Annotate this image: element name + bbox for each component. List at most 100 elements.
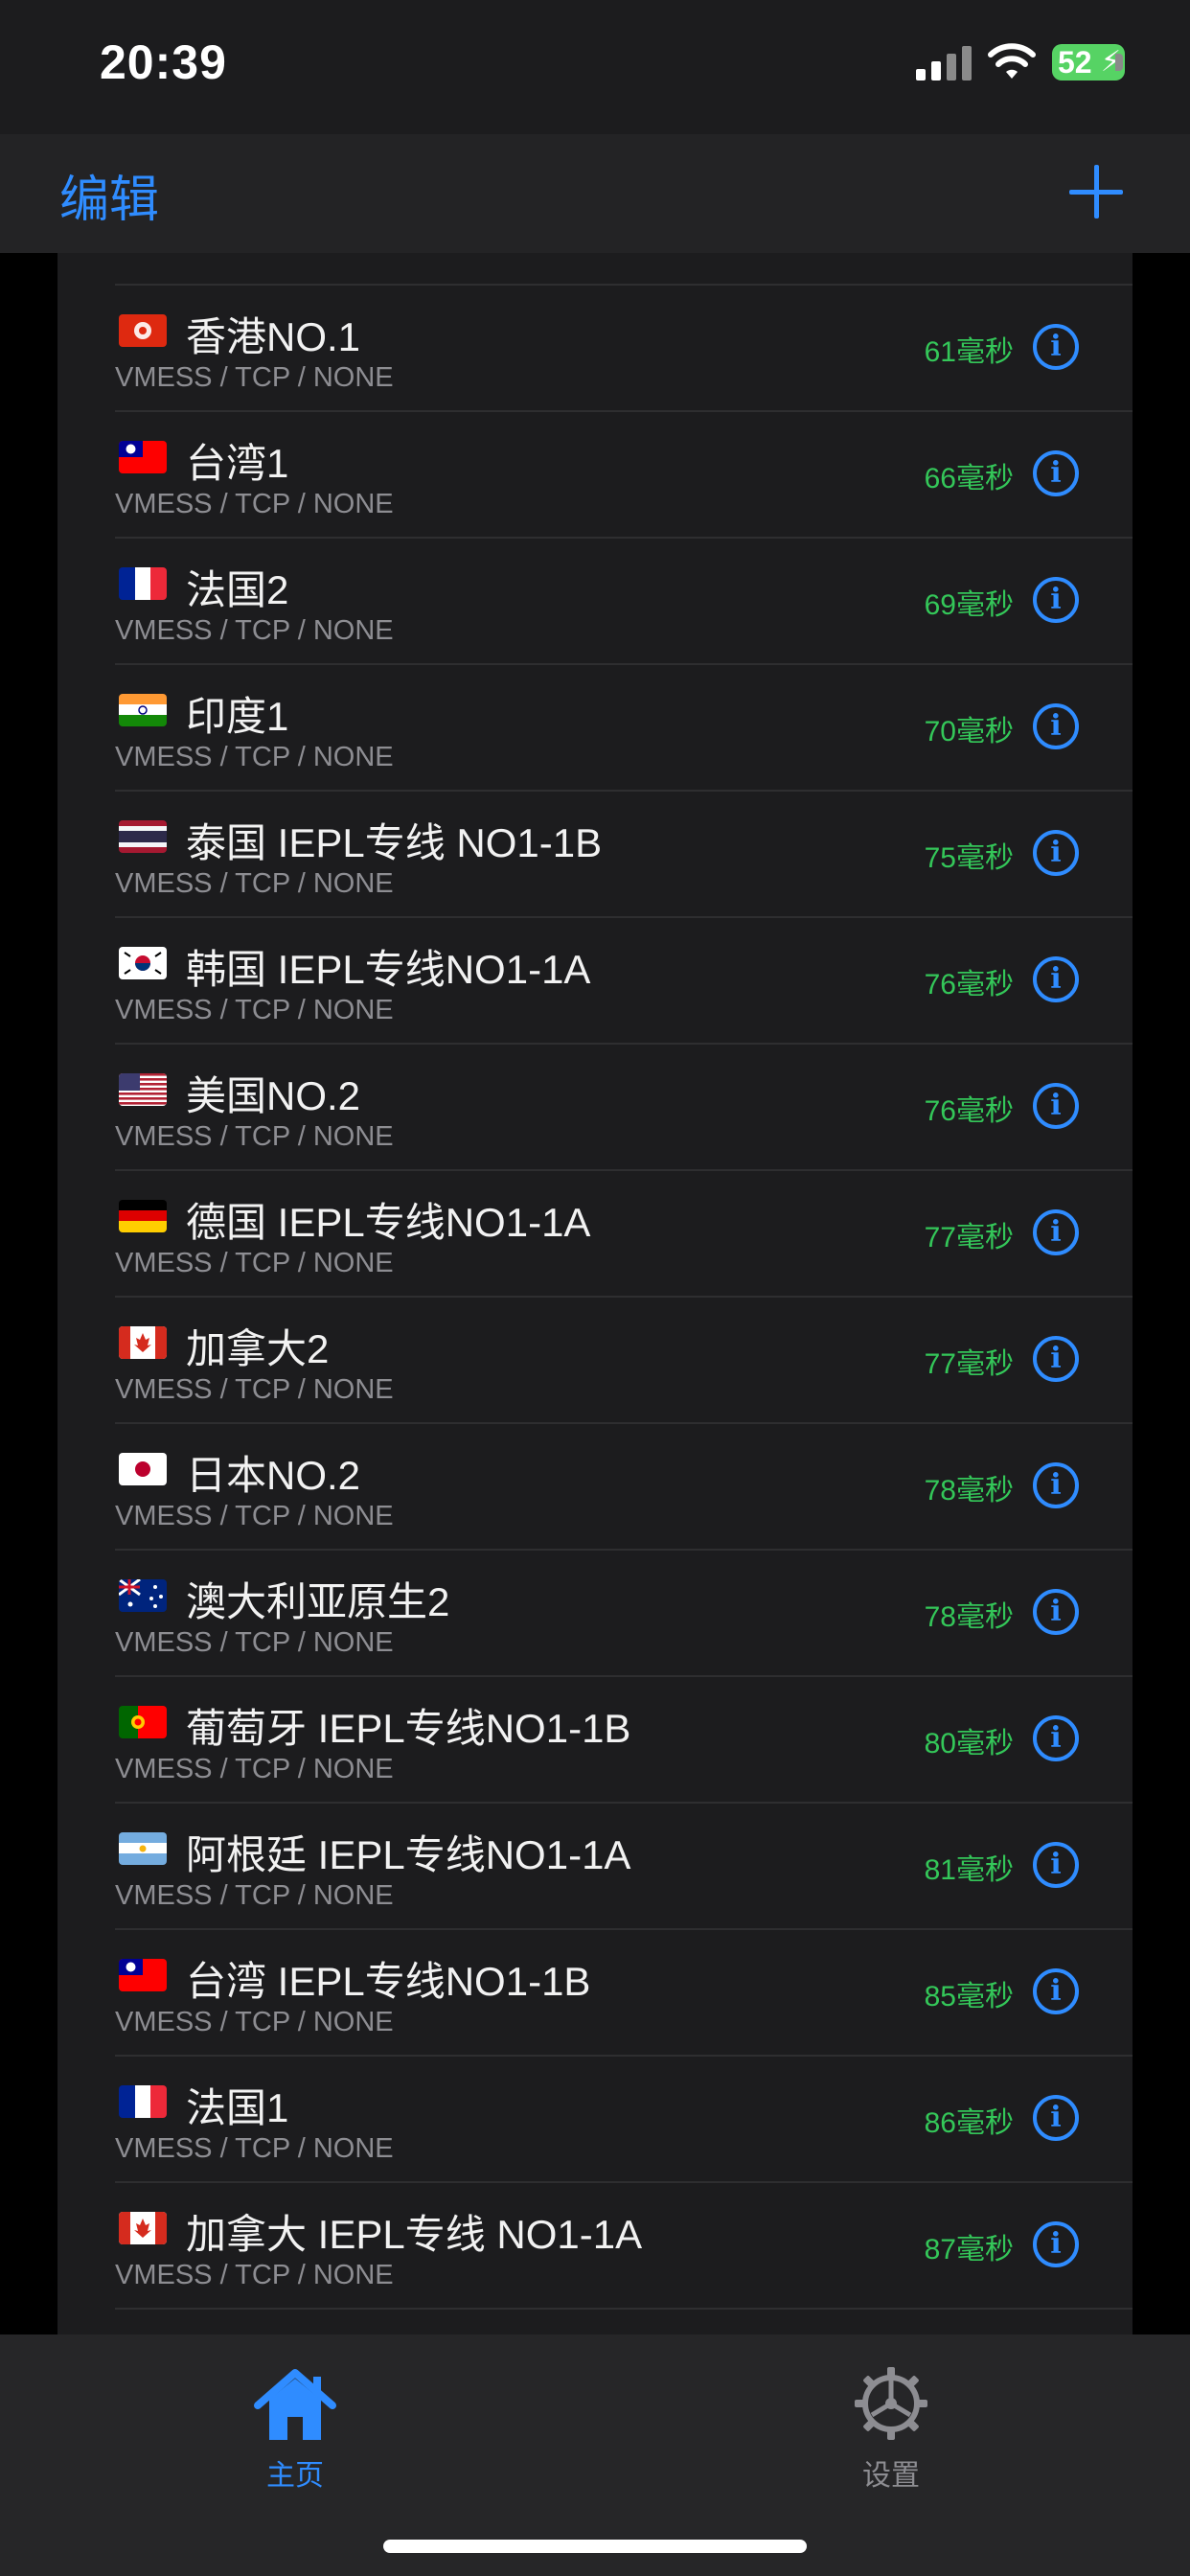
info-icon[interactable]: i [1033, 2221, 1079, 2267]
battery-cap [1115, 54, 1123, 71]
flag-tw-icon [119, 1959, 167, 1991]
info-icon[interactable]: i [1033, 703, 1079, 749]
server-name: 加拿大2 [186, 1326, 330, 1371]
info-icon[interactable]: i [1033, 1083, 1079, 1129]
flag-fr-icon [119, 567, 167, 600]
server-row[interactable]: 香港NO.1 VMESS / TCP / NONE 61毫秒 i [57, 286, 1133, 412]
info-icon[interactable]: i [1033, 2095, 1079, 2141]
tab-home-label: 主页 [266, 2460, 324, 2492]
flag-jp-icon [119, 1453, 167, 1485]
server-latency: 76毫秒 [924, 1095, 1014, 1127]
server-row[interactable]: 葡萄牙 IEPL专线NO1-1B VMESS / TCP / NONE 80毫秒… [57, 1677, 1133, 1804]
info-icon[interactable]: i [1033, 1968, 1079, 2014]
server-row[interactable]: 澳大利亚原生2 VMESS / TCP / NONE 78毫秒 i [57, 1551, 1133, 1677]
server-latency: 77毫秒 [924, 1348, 1014, 1380]
server-row[interactable]: 德国 IEPL专线NO1-1A VMESS / TCP / NONE 77毫秒 … [57, 1171, 1133, 1298]
server-row[interactable]: 阿根廷 IEPL专线NO1-1A VMESS / TCP / NONE 81毫秒… [57, 1804, 1133, 1930]
flag-au-icon [119, 1579, 167, 1612]
flag-us-icon [119, 1073, 167, 1106]
server-row[interactable]: 加拿大 IEPL专线 NO1-1A VMESS / TCP / NONE 87毫… [57, 2183, 1133, 2310]
server-row[interactable]: 韩国 IEPL专线NO1-1A VMESS / TCP / NONE 76毫秒 … [57, 918, 1133, 1045]
status-time: 20:39 [100, 35, 227, 89]
server-row-partial[interactable]: 美国 [57, 2310, 1133, 2334]
server-name: 德国 IEPL专线NO1-1A [186, 1200, 591, 1245]
server-latency: 78毫秒 [924, 1601, 1014, 1633]
navigation-bar: 编辑 [0, 134, 1190, 253]
info-icon[interactable]: i [1033, 324, 1079, 370]
server-latency: 77毫秒 [924, 1222, 1014, 1254]
server-row[interactable]: 台湾 IEPL专线NO1-1B VMESS / TCP / NONE 85毫秒 … [57, 1930, 1133, 2057]
server-latency: 66毫秒 [924, 463, 1014, 494]
status-bar: 20:39 52 ⚡ [0, 0, 1190, 134]
server-row[interactable]: 法国2 VMESS / TCP / NONE 69毫秒 i [57, 539, 1133, 665]
server-latency: 70毫秒 [924, 716, 1014, 748]
info-icon[interactable]: i [1033, 1336, 1079, 1382]
flag-fr-icon [119, 2085, 167, 2118]
server-protocol: VMESS / TCP / NONE [115, 868, 394, 899]
info-icon[interactable]: i [1033, 450, 1079, 496]
server-row[interactable]: 台湾1 VMESS / TCP / NONE 66毫秒 i [57, 412, 1133, 539]
server-name: 台湾 IEPL专线NO1-1B [186, 1959, 591, 2004]
server-row[interactable]: 日本NO.2 VMESS / TCP / NONE 78毫秒 i [57, 1424, 1133, 1551]
edit-button[interactable]: 编辑 [59, 159, 159, 231]
battery-icon: 52 ⚡ [1052, 44, 1125, 80]
server-row[interactable]: 泰国 IEPL专线 NO1-1B VMESS / TCP / NONE 75毫秒… [57, 792, 1133, 918]
battery-level: 52 [1058, 45, 1092, 80]
tab-settings[interactable]: 设置 [795, 2352, 987, 2492]
server-latency: 61毫秒 [924, 336, 1014, 368]
flag-ar-icon [119, 1832, 167, 1865]
server-name: 印度1 [186, 694, 289, 739]
server-name: 韩国 IEPL专线NO1-1A [186, 947, 591, 992]
flag-hk-icon [119, 314, 167, 347]
server-latency: 85毫秒 [924, 1981, 1014, 2012]
flag-pt-icon [119, 1706, 167, 1738]
server-protocol: VMESS / TCP / NONE [115, 1627, 394, 1658]
tab-settings-label: 设置 [862, 2460, 920, 2492]
server-latency: 81毫秒 [924, 1854, 1014, 1886]
flag-ca-icon [119, 2212, 167, 2244]
server-row[interactable]: 加拿大2 VMESS / TCP / NONE 77毫秒 i [57, 1298, 1133, 1424]
tab-home[interactable]: 主页 [199, 2352, 391, 2492]
server-latency: 69毫秒 [924, 589, 1014, 621]
server-name: 台湾1 [186, 441, 289, 486]
server-protocol: VMESS / TCP / NONE [115, 489, 394, 519]
server-latency: 75毫秒 [924, 842, 1014, 874]
info-icon[interactable]: i [1033, 956, 1079, 1002]
info-icon[interactable]: i [1033, 1842, 1079, 1888]
server-name: 美国NO.2 [186, 1073, 361, 1118]
info-icon[interactable]: i [1033, 1462, 1079, 1508]
server-latency: 76毫秒 [924, 969, 1014, 1000]
server-name: 日本NO.2 [186, 1453, 361, 1498]
server-protocol: VMESS / TCP / NONE [115, 362, 394, 393]
server-row[interactable]: 印度1 VMESS / TCP / NONE 70毫秒 i [57, 665, 1133, 792]
server-latency: 80毫秒 [924, 1728, 1014, 1760]
server-protocol: VMESS / TCP / NONE [115, 2260, 394, 2290]
server-list[interactable]: 香港NO.1 VMESS / TCP / NONE 61毫秒 i 台湾1 VME… [57, 253, 1133, 2334]
server-latency: 87毫秒 [924, 2234, 1014, 2266]
server-name: 澳大利亚原生2 [186, 1579, 450, 1624]
server-row[interactable]: 美国NO.2 VMESS / TCP / NONE 76毫秒 i [57, 1045, 1133, 1171]
info-icon[interactable]: i [1033, 1209, 1079, 1255]
flag-th-icon [119, 820, 167, 853]
server-name: 葡萄牙 IEPL专线NO1-1B [186, 1706, 631, 1751]
server-row[interactable]: 法国1 VMESS / TCP / NONE 86毫秒 i [57, 2057, 1133, 2183]
server-protocol: VMESS / TCP / NONE [115, 1121, 394, 1152]
info-icon[interactable]: i [1033, 577, 1079, 623]
wifi-icon [988, 43, 1036, 79]
info-icon[interactable]: i [1033, 1589, 1079, 1635]
info-icon[interactable]: i [1033, 1715, 1079, 1761]
server-protocol: VMESS / TCP / NONE [115, 742, 394, 772]
flag-kr-icon [119, 947, 167, 979]
info-icon[interactable]: i [1033, 830, 1079, 876]
gear-icon [855, 2367, 927, 2440]
server-protocol: VMESS / TCP / NONE [115, 1501, 394, 1531]
server-protocol: VMESS / TCP / NONE [115, 615, 394, 646]
plus-icon[interactable] [1067, 163, 1125, 220]
server-latency: 86毫秒 [924, 2107, 1014, 2139]
server-protocol: VMESS / TCP / NONE [115, 2133, 394, 2164]
home-icon [254, 2369, 336, 2440]
server-name: 法国1 [186, 2085, 289, 2130]
server-name: 加拿大 IEPL专线 NO1-1A [186, 2212, 643, 2257]
server-name: 香港NO.1 [186, 314, 361, 359]
server-name: 泰国 IEPL专线 NO1-1B [186, 820, 603, 865]
